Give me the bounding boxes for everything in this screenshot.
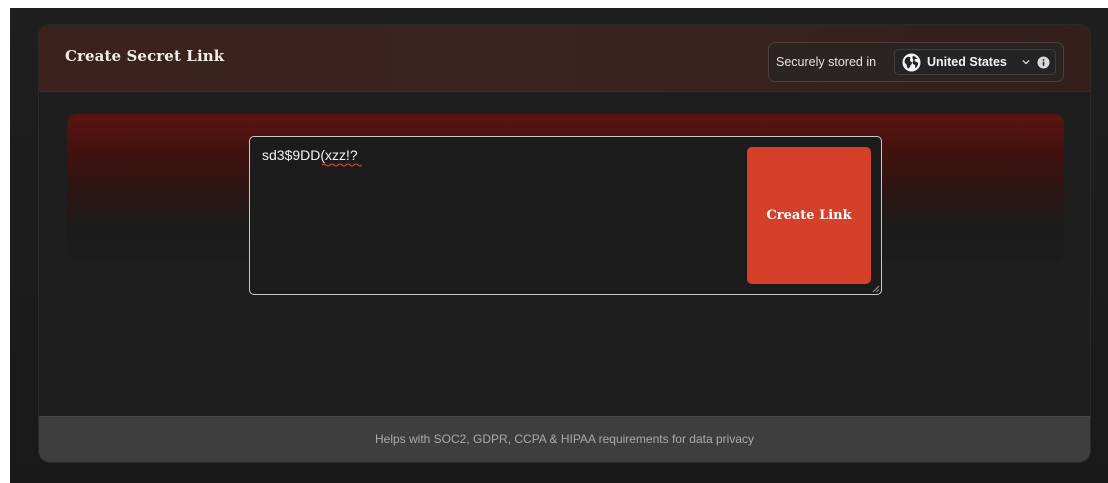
secret-input-value: sd3$9DD(xzz!?: [262, 147, 358, 163]
card-header: Create Secret Link Securely stored in Un…: [39, 25, 1090, 92]
secret-input[interactable]: sd3$9DD(xzz!? Create Link: [249, 136, 882, 295]
region-prefix-label: Securely stored in: [776, 55, 877, 69]
page-title: Create Secret Link: [65, 47, 225, 65]
secret-link-card: Create Secret Link Securely stored in Un…: [38, 24, 1091, 463]
create-link-button[interactable]: Create Link: [747, 147, 871, 284]
globe-icon: [902, 53, 921, 72]
region-selected-label: United States: [927, 55, 1007, 69]
resize-handle-icon[interactable]: [872, 285, 880, 293]
info-icon[interactable]: [1037, 56, 1050, 69]
storage-region-box: Securely stored in United States: [768, 42, 1064, 82]
spellcheck-underline: [322, 163, 362, 167]
region-select[interactable]: United States: [894, 49, 1056, 75]
chevron-down-icon: [1022, 60, 1030, 65]
card-body: sd3$9DD(xzz!? Create Link: [39, 92, 1090, 418]
card-footer: Helps with SOC2, GDPR, CCPA & HIPAA requ…: [39, 416, 1090, 462]
compliance-note: Helps with SOC2, GDPR, CCPA & HIPAA requ…: [374, 432, 755, 446]
